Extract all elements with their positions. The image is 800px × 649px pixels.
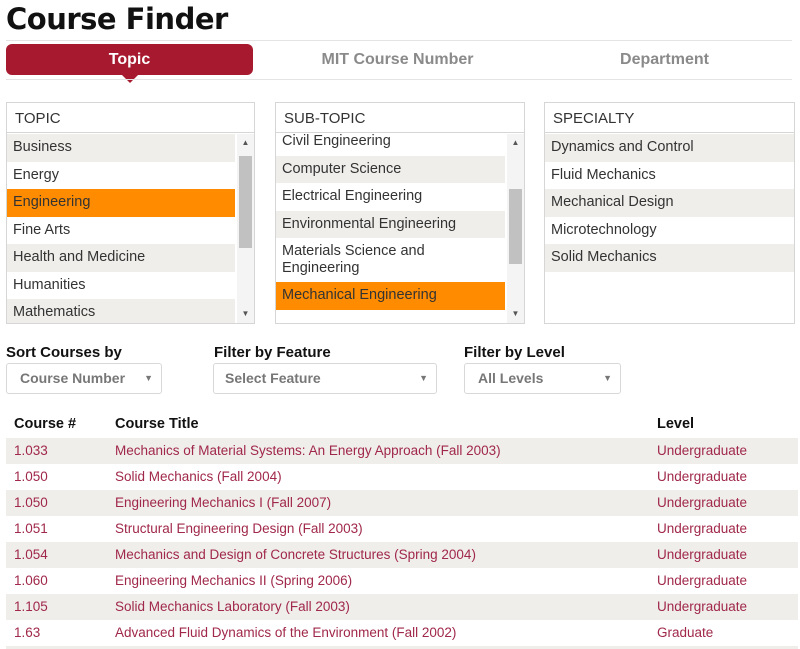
specialty-item-solid-mechanics[interactable]: Solid Mechanics [545, 244, 794, 272]
tab-topic[interactable]: Topic [6, 44, 253, 83]
subtopic-list: Civil Engineering Computer Science Elect… [276, 134, 524, 323]
table-row[interactable]: 1.051 Structural Engineering Design (Fal… [6, 516, 798, 542]
course-title-link[interactable]: Engineering Mechanics II (Spring 2006) [115, 568, 657, 594]
topic-item-engineering[interactable]: Engineering [7, 189, 235, 217]
course-number-link[interactable]: 1.050 [6, 464, 115, 490]
course-title-link[interactable]: Mechanics and Design of Concrete Structu… [115, 542, 657, 568]
subtopic-item-electrical-engineering[interactable]: Electrical Engineering [276, 183, 505, 211]
subtopic-listbox[interactable]: SUB-TOPIC Civil Engineering Computer Sci… [275, 102, 525, 324]
specialty-item-fluid-mechanics[interactable]: Fluid Mechanics [545, 162, 794, 190]
course-level-link[interactable]: Graduate [657, 620, 798, 646]
tabs-top-divider [6, 40, 792, 41]
course-level-link[interactable]: Undergraduate [657, 516, 798, 542]
tab-mit-course-number[interactable]: MIT Course Number [274, 44, 521, 75]
table-header: Course # Course Title Level [6, 412, 798, 438]
table-row[interactable]: 1.060 Engineering Mechanics II (Spring 2… [6, 568, 798, 594]
topic-item-energy[interactable]: Energy [7, 162, 235, 190]
course-number-link[interactable]: 1.054 [6, 542, 115, 568]
course-number-link[interactable]: 1.105 [6, 594, 115, 620]
topic-item-mathematics[interactable]: Mathematics [7, 299, 235, 323]
course-number-link[interactable]: 1.033 [6, 438, 115, 464]
course-number-link[interactable]: 1.051 [6, 516, 115, 542]
tab-department[interactable]: Department [541, 44, 788, 75]
topic-listbox[interactable]: TOPIC Business Energy Engineering Fine A… [6, 102, 255, 324]
course-title-link[interactable]: Engineering Mechanics I (Fall 2007) [115, 490, 657, 516]
topic-header: TOPIC [7, 103, 254, 133]
scroll-down-arrow-icon[interactable]: ▼ [237, 307, 254, 321]
level-label: Filter by Level [464, 344, 565, 361]
subtopic-scrollbar[interactable]: ▲ ▼ [507, 134, 524, 323]
course-number-link[interactable]: 1.63 [6, 620, 115, 646]
table-row[interactable]: 1.054 Mechanics and Design of Concrete S… [6, 542, 798, 568]
scroll-down-arrow-icon[interactable]: ▼ [507, 307, 524, 321]
course-title-link[interactable]: Advanced Fluid Dynamics of the Environme… [115, 620, 657, 646]
course-title-link[interactable]: Solid Mechanics (Fall 2004) [115, 464, 657, 490]
topic-item-humanities[interactable]: Humanities [7, 272, 235, 300]
subtopic-item-environmental-engineering[interactable]: Environmental Engineering [276, 210, 505, 238]
specialty-item-dynamics-and-control[interactable]: Dynamics and Control [545, 134, 794, 162]
course-level-link[interactable]: Undergraduate [657, 594, 798, 620]
tabs-bottom-divider [6, 79, 792, 80]
specialty-item-mechanical-design[interactable]: Mechanical Design [545, 189, 794, 217]
subtopic-header: SUB-TOPIC [276, 103, 524, 133]
table-row[interactable]: 1.63 Advanced Fluid Dynamics of the Envi… [6, 620, 798, 646]
level-select-value: All Levels [478, 370, 544, 386]
course-title-link[interactable]: Structural Engineering Design (Fall 2003… [115, 516, 657, 542]
specialty-header: SPECIALTY [545, 103, 794, 133]
chevron-down-icon: ▼ [419, 373, 428, 383]
course-number-link[interactable]: 1.050 [6, 490, 115, 516]
sort-label: Sort Courses by [6, 344, 122, 361]
column-header-course-number[interactable]: Course # [6, 412, 115, 438]
specialty-listbox[interactable]: SPECIALTY Dynamics and Control Fluid Mec… [544, 102, 795, 324]
topic-list: Business Energy Engineering Fine Arts He… [7, 134, 254, 323]
table-row[interactable]: 1.050 Engineering Mechanics I (Fall 2007… [6, 490, 798, 516]
scroll-up-arrow-icon[interactable]: ▲ [237, 136, 254, 150]
subtopic-item-civil-engineering[interactable]: Civil Engineering [276, 134, 505, 156]
sort-select-value: Course Number [20, 370, 126, 386]
specialty-item-microtechnology[interactable]: Microtechnology [545, 217, 794, 245]
course-title-link[interactable]: Mechanics of Material Systems: An Energy… [115, 438, 657, 464]
scroll-up-arrow-icon[interactable]: ▲ [507, 136, 524, 150]
topic-item-fine-arts[interactable]: Fine Arts [7, 217, 235, 245]
column-header-course-title[interactable]: Course Title [115, 412, 657, 438]
feature-select[interactable]: Select Feature ▼ [213, 363, 437, 394]
course-level-link[interactable]: Undergraduate [657, 464, 798, 490]
level-select[interactable]: All Levels ▼ [464, 363, 621, 394]
topic-item-business[interactable]: Business [7, 134, 235, 162]
course-title-link[interactable]: Solid Mechanics Laboratory (Fall 2003) [115, 594, 657, 620]
course-number-link[interactable]: 1.060 [6, 568, 115, 594]
topic-scroll-thumb[interactable] [239, 156, 252, 248]
subtopic-scroll-thumb[interactable] [509, 189, 522, 264]
feature-label: Filter by Feature [214, 344, 331, 361]
subtopic-item-materials-science[interactable]: Materials Science and Engineering [276, 238, 505, 282]
table-row[interactable]: 1.033 Mechanics of Material Systems: An … [6, 438, 798, 464]
column-header-level[interactable]: Level [657, 412, 798, 438]
course-level-link[interactable]: Undergraduate [657, 542, 798, 568]
chevron-down-icon: ▼ [144, 373, 153, 383]
topic-item-health-and-medicine[interactable]: Health and Medicine [7, 244, 235, 272]
specialty-list: Dynamics and Control Fluid Mechanics Mec… [545, 134, 794, 323]
chevron-down-icon: ▼ [603, 373, 612, 383]
subtopic-item-mechanical-engineering[interactable]: Mechanical Engineering [276, 282, 505, 310]
subtopic-item-computer-science[interactable]: Computer Science [276, 155, 505, 183]
page-title: Course Finder [6, 2, 228, 36]
course-results-table: Course # Course Title Level 1.033 Mechan… [6, 412, 798, 649]
table-row[interactable]: 1.105 Solid Mechanics Laboratory (Fall 2… [6, 594, 798, 620]
course-level-link[interactable]: Undergraduate [657, 490, 798, 516]
course-level-link[interactable]: Undergraduate [657, 438, 798, 464]
topic-scrollbar[interactable]: ▲ ▼ [237, 134, 254, 323]
table-row[interactable]: 1.050 Solid Mechanics (Fall 2004) Underg… [6, 464, 798, 490]
sort-select[interactable]: Course Number ▼ [6, 363, 162, 394]
feature-select-value: Select Feature [225, 370, 321, 386]
course-level-link[interactable]: Undergraduate [657, 568, 798, 594]
